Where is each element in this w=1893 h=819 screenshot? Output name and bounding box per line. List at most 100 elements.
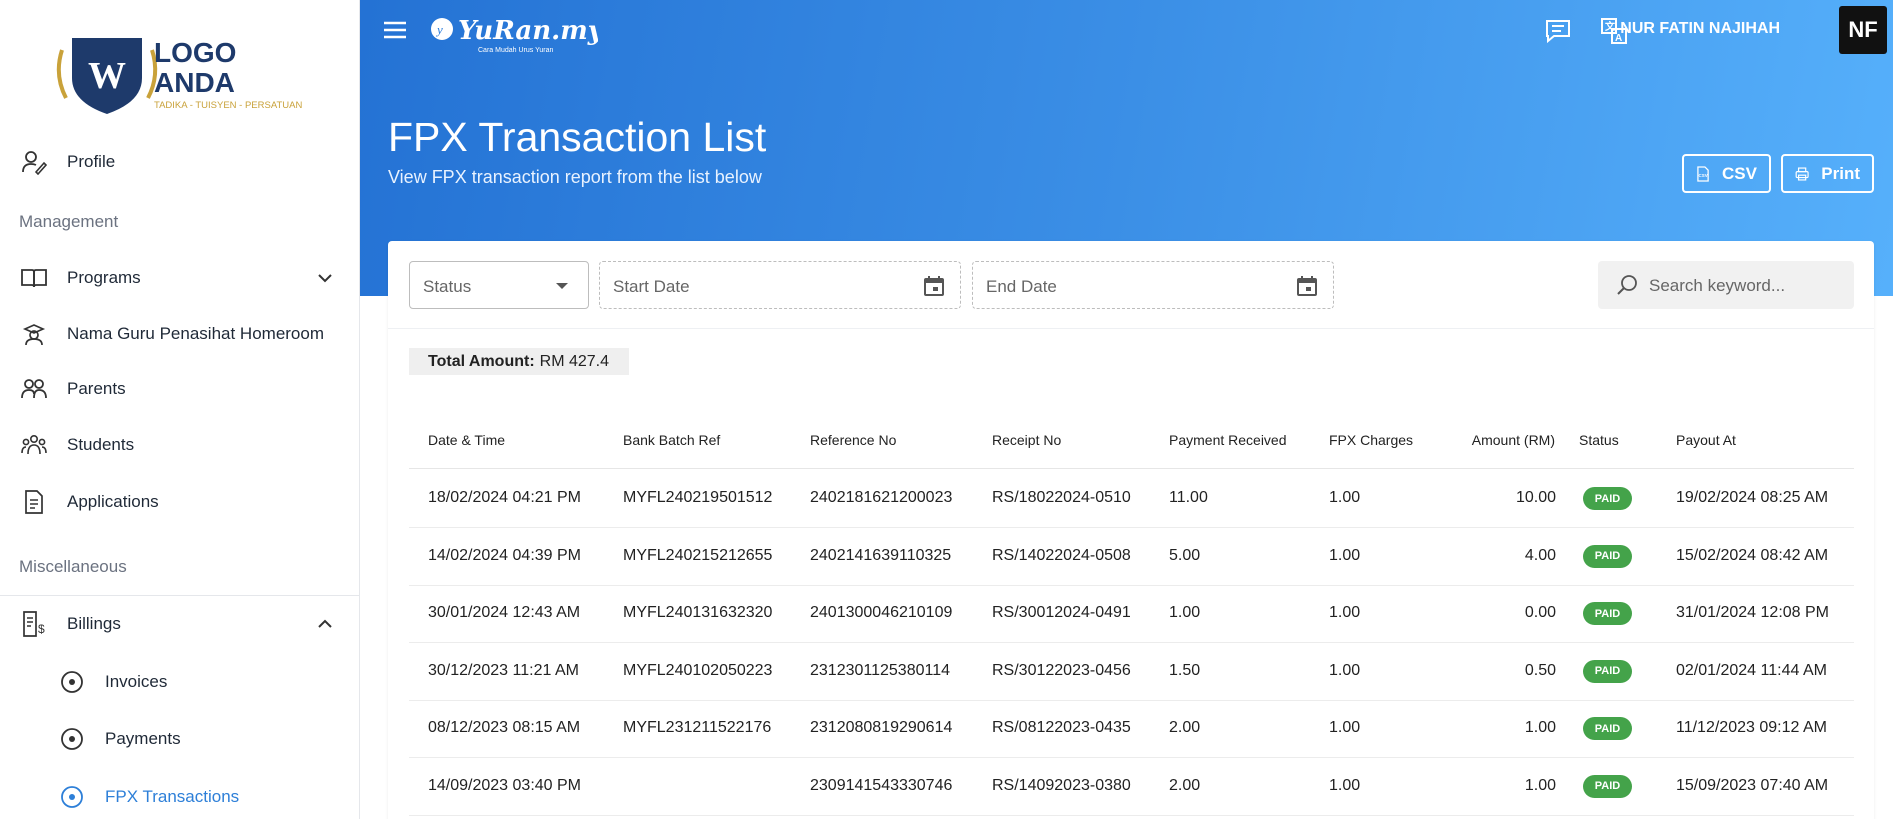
sidebar-item-label: Parents bbox=[67, 379, 126, 398]
total-amount-label: Total Amount: bbox=[428, 352, 535, 370]
cell-fpx-charges: 1.00 bbox=[1329, 661, 1361, 679]
search-input[interactable]: Search keyword... bbox=[1598, 261, 1854, 309]
sidebar-item-label: Billings bbox=[67, 614, 121, 633]
transactions-card: Status Start Date End Date Search keywor… bbox=[388, 241, 1874, 819]
status-select[interactable]: Status bbox=[409, 261, 589, 309]
sidebar-item-parents[interactable]: Parents bbox=[0, 365, 360, 413]
col-reference-no[interactable]: Reference No bbox=[810, 432, 896, 448]
sidebar-divider bbox=[0, 595, 360, 596]
end-date-field[interactable]: End Date bbox=[972, 261, 1334, 309]
print-button[interactable]: Print bbox=[1781, 154, 1874, 193]
cell-fpx-charges: 1.00 bbox=[1329, 546, 1361, 564]
status-select-value: Status bbox=[423, 277, 472, 296]
col-date-time[interactable]: Date & Time bbox=[428, 432, 505, 448]
logo-emblem-icon: W LOGO ANDA TADIKA - TUISYEN - PERSATUAN bbox=[56, 37, 302, 114]
col-amount[interactable]: Amount (RM) bbox=[1472, 432, 1555, 448]
sidebar-item-applications[interactable]: Applications bbox=[0, 478, 360, 526]
brand-tagline: Cara Mudah Urus Yuran bbox=[478, 47, 553, 54]
table-row[interactable]: 08/12/2023 08:15 AM MYFL231211522176 23120… bbox=[409, 700, 1854, 758]
cell-receipt-no: RS/14092023-0380 bbox=[992, 776, 1131, 794]
chat-icon[interactable] bbox=[1543, 16, 1573, 46]
avatar[interactable]: NF bbox=[1839, 6, 1887, 54]
cell-payment-received: 11.00 bbox=[1169, 489, 1208, 506]
table-header: Date & Time Bank Batch Ref Reference No … bbox=[409, 412, 1854, 469]
hamburger-menu-icon[interactable] bbox=[382, 18, 408, 42]
sidebar-subitem-invoices[interactable]: Invoices bbox=[0, 658, 360, 706]
cell-fpx-charges: 1.00 bbox=[1329, 719, 1361, 736]
brand-logo[interactable]: y YuRan.my Cara Mudah Urus Yuran bbox=[428, 8, 605, 54]
radio-dot-icon bbox=[60, 670, 84, 694]
page-subtitle: View FPX transaction report from the lis… bbox=[388, 167, 762, 187]
cell-bank-batch-ref: MYFL240102050223 bbox=[623, 661, 773, 679]
cell-reference-no: 2402141639110325 bbox=[810, 546, 952, 564]
cell-amount: 1.00 bbox=[1524, 776, 1556, 794]
col-status[interactable]: Status bbox=[1579, 432, 1619, 448]
sidebar-subitem-payments[interactable]: Payments bbox=[0, 715, 360, 763]
table-row[interactable]: 30/01/2024 12:43 AM MYFL240131632320 24013… bbox=[409, 585, 1854, 643]
csv-export-button[interactable]: CSV CSV bbox=[1682, 154, 1771, 193]
sidebar: W LOGO ANDA TADIKA - TUISYEN - PERSATUAN… bbox=[0, 0, 360, 819]
cell-date-time: 30/01/2024 12:43 AM bbox=[428, 604, 581, 621]
section-miscellaneous: Miscellaneous bbox=[19, 557, 127, 576]
cell-payout-at: 11/12/2023 09:12 AM bbox=[1676, 719, 1827, 736]
start-date-placeholder: Start Date bbox=[613, 277, 690, 296]
sidebar-item-label: Payments bbox=[105, 729, 181, 748]
col-fpx-charges[interactable]: FPX Charges bbox=[1329, 432, 1413, 448]
calendar-icon[interactable] bbox=[922, 274, 946, 298]
col-payout-at[interactable]: Payout At bbox=[1676, 432, 1736, 448]
cell-bank-batch-ref: MYFL231211522176 bbox=[623, 719, 772, 736]
cell-amount: 0.00 bbox=[1524, 604, 1556, 621]
cell-reference-no: 2402181621200023 bbox=[810, 489, 953, 506]
status-badge: PAID bbox=[1583, 717, 1632, 740]
sidebar-item-homeroom[interactable]: Nama Guru Penasihat Homeroom bbox=[0, 310, 360, 358]
cell-date-time: 18/02/2024 04:21 PM bbox=[428, 489, 582, 506]
status-badge: PAID bbox=[1583, 659, 1632, 683]
table-row[interactable]: 18/02/2024 04:21 PM MYFL240219501512 24021… bbox=[409, 470, 1854, 528]
table-row[interactable]: 14/09/2023 03:40 PM 2309141543330746 RS/14… bbox=[409, 758, 1854, 816]
sidebar-item-students[interactable]: Students bbox=[0, 421, 360, 469]
sidebar-item-label: FPX Transactions bbox=[105, 787, 240, 806]
total-amount: Total Amount: RM 427.4 bbox=[409, 348, 629, 375]
cell-bank-batch-ref: MYFL240215212655 bbox=[623, 546, 773, 564]
cell-payout-at: 31/01/2024 12:08 PM bbox=[1676, 604, 1830, 621]
sidebar-item-label: Invoices bbox=[105, 672, 168, 691]
search-placeholder: Search keyword... bbox=[1649, 276, 1786, 295]
filter-bar: Status Start Date End Date Search keywor… bbox=[388, 241, 1874, 329]
cell-fpx-charges: 1.00 bbox=[1329, 489, 1361, 506]
sidebar-item-profile[interactable]: Profile bbox=[0, 138, 360, 186]
cell-reference-no: 2401300046210109 bbox=[810, 604, 953, 621]
book-open-icon bbox=[20, 264, 48, 292]
sidebar-item-programs[interactable]: Programs bbox=[0, 254, 360, 302]
start-date-field[interactable]: Start Date bbox=[599, 261, 961, 309]
calendar-icon[interactable] bbox=[1295, 274, 1319, 298]
cell-receipt-no: RS/14022024-0508 bbox=[992, 546, 1131, 564]
col-payment-received[interactable]: Payment Received bbox=[1169, 432, 1287, 448]
table-row[interactable]: 14/02/2024 04:39 PM MYFL240215212655 24021… bbox=[409, 528, 1854, 586]
teacher-icon bbox=[20, 320, 48, 348]
table-row[interactable]: 30/12/2023 11:21 AM MYFL240102050223 23123… bbox=[409, 643, 1854, 701]
cell-payment-received: 2.00 bbox=[1169, 719, 1201, 736]
user-name[interactable]: NUR FATIN NAJIHAH bbox=[1620, 20, 1780, 38]
end-date-placeholder: End Date bbox=[986, 277, 1057, 296]
logo-initial: W bbox=[88, 55, 126, 97]
status-badge: PAID bbox=[1583, 487, 1632, 510]
group-icon bbox=[20, 431, 48, 459]
chevron-up-icon[interactable] bbox=[316, 615, 334, 633]
col-receipt-no[interactable]: Receipt No bbox=[992, 432, 1061, 448]
svg-text:y: y bbox=[435, 22, 443, 37]
cell-fpx-charges: 1.00 bbox=[1329, 776, 1361, 794]
billing-icon: $ bbox=[20, 610, 48, 638]
sidebar-subitem-fpx-transactions[interactable]: FPX Transactions bbox=[0, 773, 360, 819]
svg-text:CSV: CSV bbox=[1699, 173, 1708, 178]
cell-reference-no: 2312080819290614 bbox=[810, 719, 953, 736]
cell-payment-received: 2.00 bbox=[1169, 776, 1201, 794]
logo-tagline: TADIKA - TUISYEN - PERSATUAN bbox=[154, 100, 302, 111]
section-management: Management bbox=[19, 212, 119, 231]
chevron-down-icon[interactable] bbox=[316, 269, 334, 287]
brand-name: YuRan.my bbox=[458, 16, 598, 46]
school-logo[interactable]: W LOGO ANDA TADIKA - TUISYEN - PERSATUAN bbox=[52, 30, 312, 120]
printer-icon bbox=[1795, 166, 1809, 181]
csv-button-label: CSV bbox=[1722, 163, 1757, 183]
col-bank-batch-ref[interactable]: Bank Batch Ref bbox=[623, 432, 720, 448]
sidebar-item-billings[interactable]: $ Billings bbox=[0, 600, 360, 648]
